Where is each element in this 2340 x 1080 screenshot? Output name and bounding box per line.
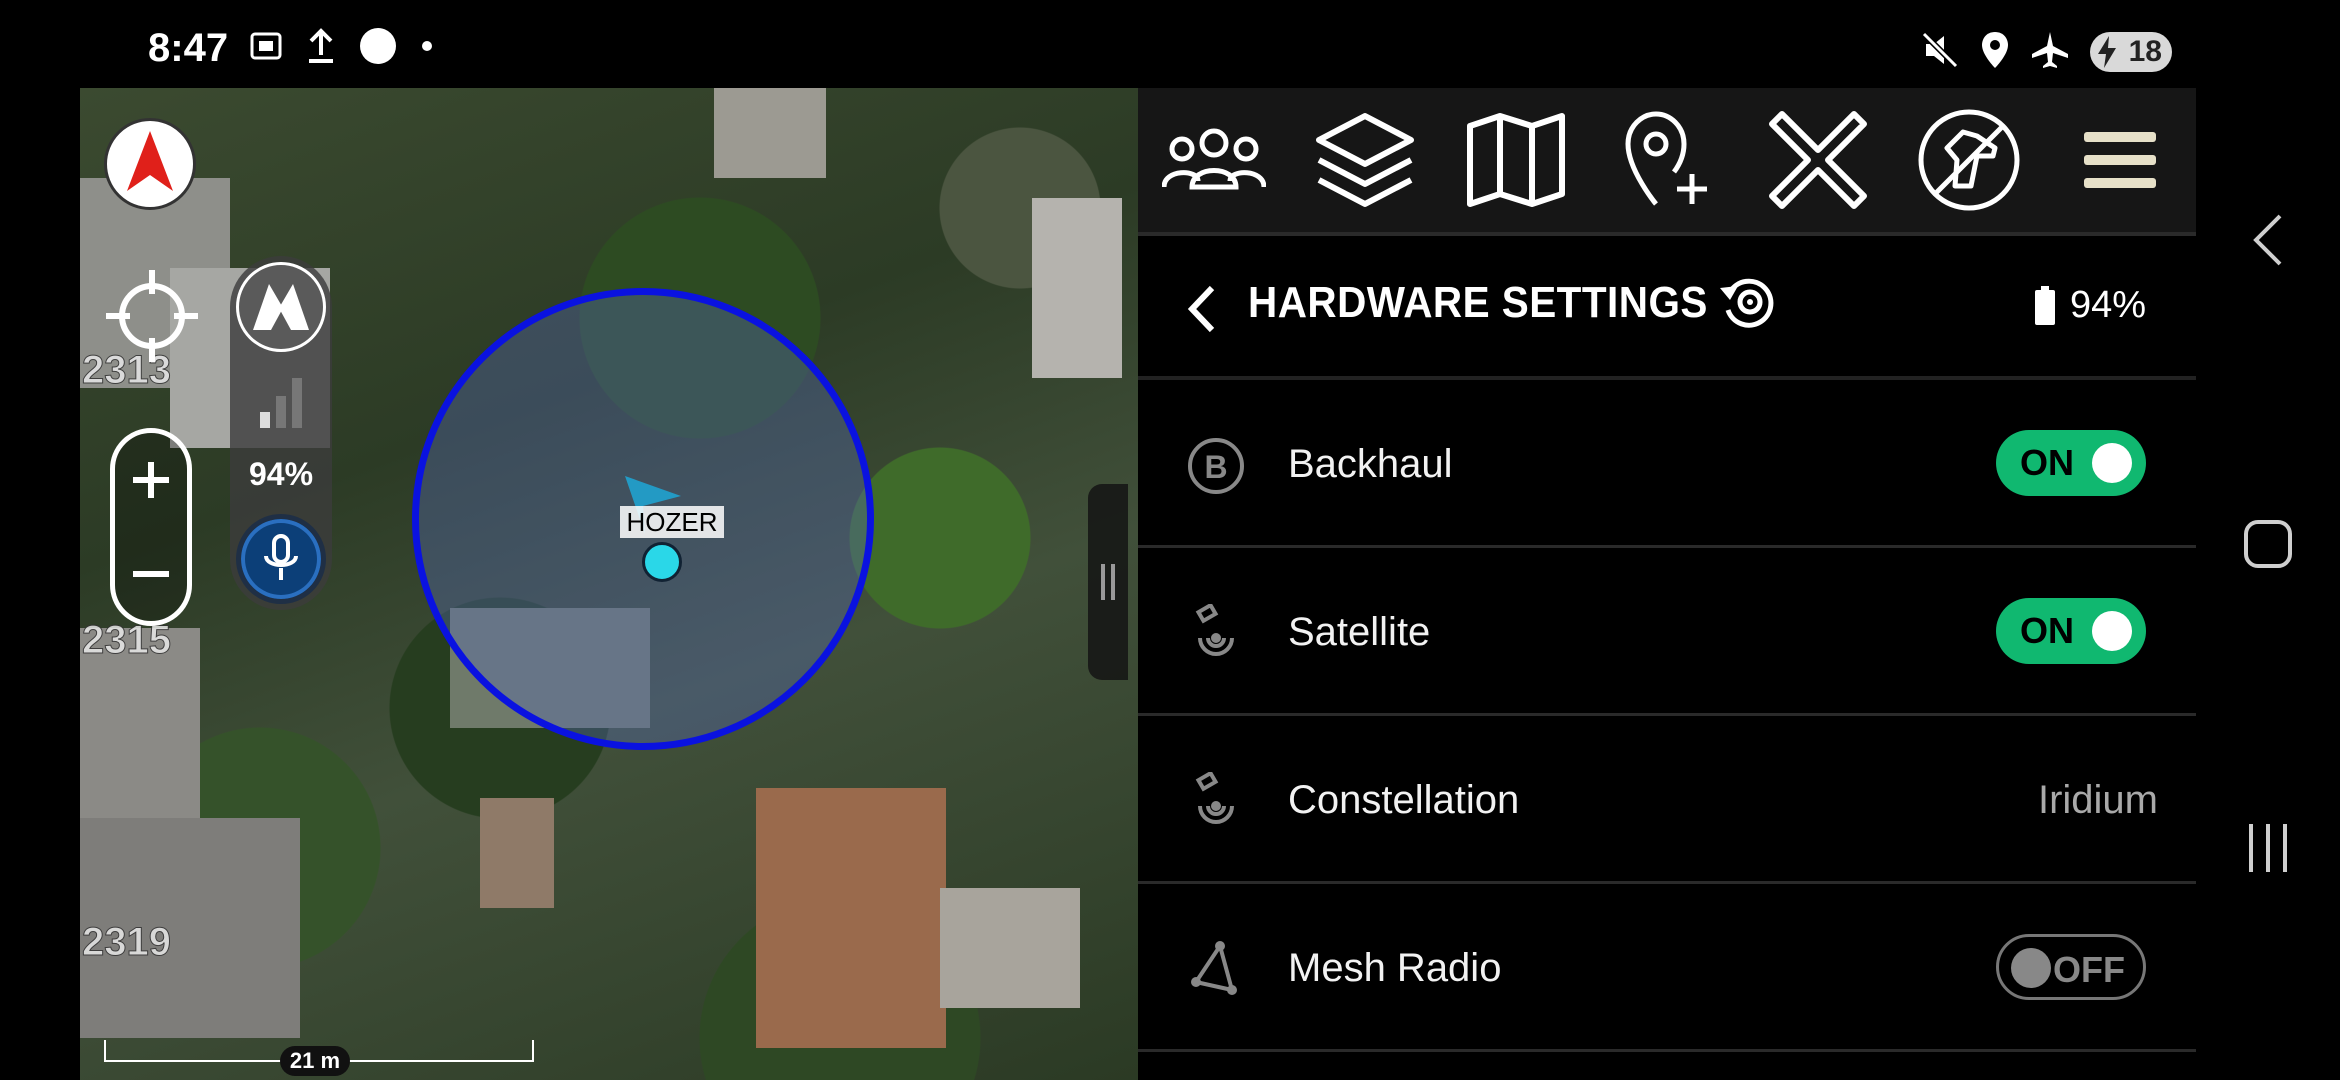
location-icon	[1980, 30, 2010, 75]
backhaul-toggle[interactable]: ON	[1996, 430, 2146, 496]
nav-home-button[interactable]	[2236, 512, 2300, 576]
plus-icon	[133, 462, 169, 498]
zoom-out-button[interactable]	[115, 527, 187, 621]
satellite-toggle[interactable]: ON	[1996, 598, 2146, 664]
layers-icon	[1315, 113, 1414, 207]
nav-recents-icon	[2249, 824, 2287, 872]
main-menu-button[interactable]	[2060, 100, 2180, 220]
status-battery: 18	[2090, 32, 2172, 72]
top-toolbar	[1138, 88, 2196, 236]
device-battery: 94%	[2034, 284, 2146, 327]
nav-back-icon	[2253, 214, 2282, 266]
settings-header: HARDWARE SETTINGS 94%	[1138, 240, 2196, 380]
panel-drag-handle[interactable]	[1088, 484, 1128, 680]
radio-logo-button[interactable]	[236, 262, 326, 352]
toggle-state: ON	[2020, 442, 2074, 483]
zoom-control	[110, 428, 192, 626]
compass-button[interactable]	[104, 118, 196, 210]
map-rooftop	[714, 88, 826, 178]
reset-settings-icon[interactable]	[1716, 270, 1780, 339]
team-button[interactable]	[1154, 100, 1274, 220]
constellation-value: Iridium	[2037, 778, 2158, 822]
compass-arrow-icon	[125, 130, 175, 198]
menu-icon	[2084, 132, 2157, 188]
setting-row-satellite[interactable]: Satellite ON	[1138, 548, 2196, 716]
signal-bars-icon	[258, 374, 304, 435]
mesh-radio-icon	[1186, 940, 1246, 1000]
satellite-icon	[1186, 604, 1246, 664]
status-time: 8:47	[148, 26, 229, 70]
drag-handle-icon	[1101, 564, 1115, 600]
k9-icon	[1918, 109, 2020, 211]
zoom-in-button[interactable]	[115, 433, 187, 527]
screenshot-icon	[248, 28, 284, 69]
charging-icon	[2096, 36, 2118, 76]
nav-home-icon	[2244, 520, 2292, 568]
svg-text:B: B	[1204, 449, 1227, 485]
satellite-icon	[1186, 772, 1246, 832]
layers-button[interactable]	[1305, 100, 1425, 220]
add-pin-icon	[1625, 111, 1707, 206]
map-scale-label: 21 m	[280, 1046, 350, 1076]
status-battery-level: 18	[2128, 35, 2162, 68]
recenter-crosshair-icon[interactable]	[102, 266, 202, 371]
k9-button[interactable]	[1909, 100, 2029, 220]
map-rooftop	[756, 788, 946, 1048]
setting-label: Constellation	[1288, 778, 1520, 822]
page-title: HARDWARE SETTINGS	[1248, 278, 1708, 327]
mute-icon	[1920, 30, 1960, 75]
map-rooftop	[480, 798, 554, 908]
status-bar: 8:47 18	[0, 0, 2340, 88]
battery-icon	[2035, 285, 2055, 325]
user-location-marker[interactable]	[642, 542, 682, 582]
status-left-icons	[248, 26, 434, 70]
map-rooftop	[1032, 198, 1122, 378]
setting-row-constellation[interactable]: Constellation Iridium	[1138, 716, 2196, 884]
toggle-knob	[2092, 443, 2132, 483]
map-view[interactable]: 2313 2315 2319 HOZER 94% 21 m	[80, 88, 1138, 1080]
dot-icon	[420, 39, 434, 58]
system-nav-bar	[2196, 88, 2340, 1080]
toggle-knob	[2092, 611, 2132, 651]
nav-back-button[interactable]	[2236, 208, 2300, 272]
setting-label: Mesh Radio	[1288, 946, 1502, 990]
mesh-radio-toggle[interactable]: OFF	[1996, 934, 2146, 1000]
microphone-icon	[264, 534, 298, 580]
team-icon	[1161, 128, 1266, 190]
device-logo-icon	[253, 284, 309, 330]
radio-signal-percent: 94%	[248, 456, 314, 492]
user-label[interactable]: HOZER	[620, 506, 724, 538]
minus-icon	[133, 571, 169, 577]
push-to-talk-button[interactable]	[236, 514, 326, 604]
setting-row-backhaul[interactable]: B Backhaul ON	[1138, 380, 2196, 548]
close-button[interactable]	[1758, 100, 1878, 220]
map-button[interactable]	[1456, 100, 1576, 220]
status-right-icons: 18	[1920, 26, 2172, 78]
map-rooftop	[940, 888, 1080, 1008]
upload-icon	[306, 27, 336, 70]
setting-row-mesh-radio[interactable]: Mesh Radio OFF	[1138, 884, 2196, 1052]
close-icon	[1769, 111, 1868, 209]
toggle-state: ON	[2020, 610, 2074, 651]
lot-number: 2319	[82, 920, 172, 965]
add-pin-button[interactable]	[1607, 100, 1727, 220]
chevron-left-icon	[1187, 285, 1215, 333]
setting-label: Backhaul	[1288, 442, 1453, 486]
nav-recents-button[interactable]	[2236, 816, 2300, 880]
setting-label: Satellite	[1288, 610, 1431, 654]
settings-panel: HARDWARE SETTINGS 94% B Backhaul ON Sate…	[1138, 88, 2196, 1080]
radio-widget: 94%	[230, 256, 332, 610]
device-battery-percent: 94%	[2070, 284, 2147, 326]
backhaul-icon: B	[1186, 436, 1246, 496]
back-button[interactable]	[1184, 284, 1218, 339]
toggle-state: OFF	[2053, 949, 2125, 990]
circle-icon	[358, 26, 398, 71]
toggle-knob	[2011, 948, 2051, 988]
map-icon	[1466, 113, 1565, 207]
airplane-icon	[2030, 30, 2070, 75]
